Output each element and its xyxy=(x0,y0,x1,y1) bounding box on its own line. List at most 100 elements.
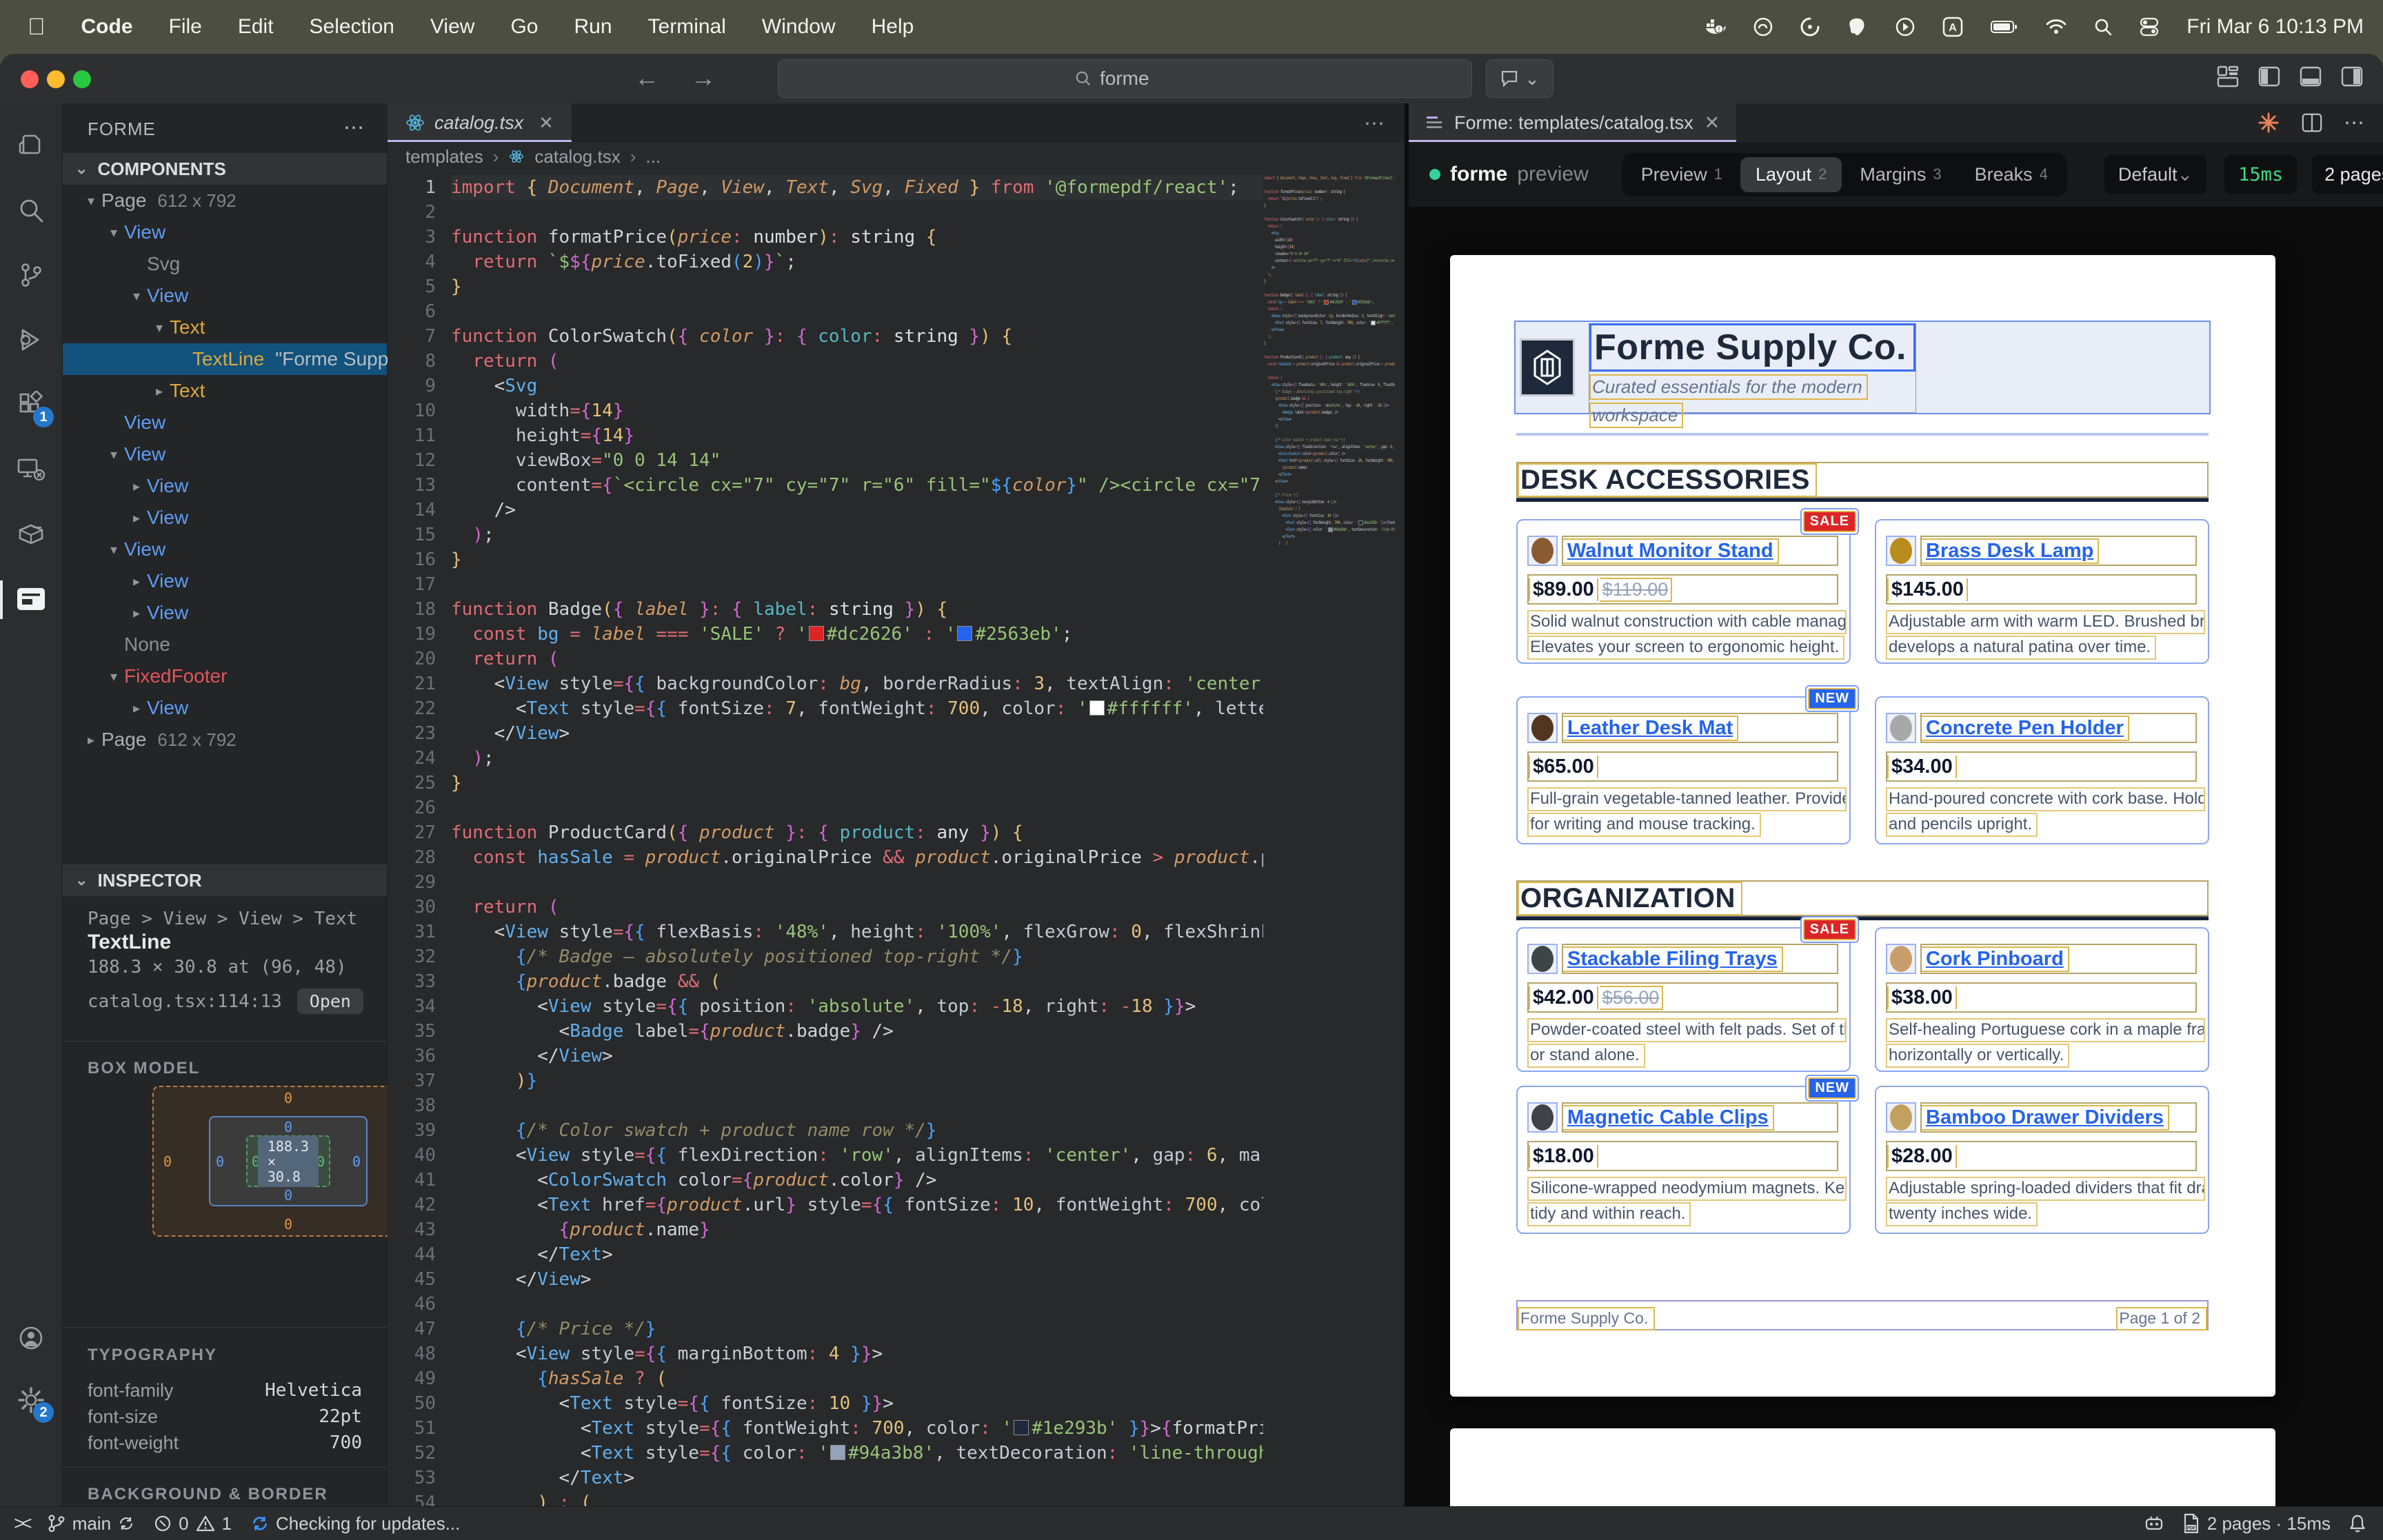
tree-item-view-9[interactable]: ▸View xyxy=(63,470,387,502)
sidebar-item-settings[interactable]: 2 xyxy=(0,1370,62,1430)
tree-item-view-12[interactable]: ▸View xyxy=(63,565,387,597)
close-window-button[interactable] xyxy=(21,70,39,88)
play-circle-icon[interactable] xyxy=(1896,17,1915,37)
tab-forme-preview[interactable]: Forme: templates/catalog.tsx ✕ xyxy=(1409,103,1736,142)
zoom-window-button[interactable] xyxy=(73,70,91,88)
doc-divider[interactable] xyxy=(1516,433,2209,436)
mode-breaks[interactable]: Breaks4 xyxy=(1960,157,2063,192)
footer-brand[interactable]: Forme Supply Co. xyxy=(1518,1307,1655,1330)
sidebar-item-forme[interactable] xyxy=(0,569,62,629)
product-card-stackable-filing-trays[interactable]: SALEStackable Filing Trays$42.00$56.00Po… xyxy=(1516,927,1851,1072)
menu-item-window[interactable]: Window xyxy=(762,15,836,38)
footer-page-number[interactable]: Page 1 of 2 xyxy=(2116,1307,2207,1330)
tree-item-textline-5[interactable]: TextLine"Forme Supply... xyxy=(63,343,387,375)
window-title-bar[interactable]: ← → forme ⌄ xyxy=(0,54,2383,104)
menu-item-run[interactable]: Run xyxy=(574,15,612,38)
menu-item-file[interactable]: File xyxy=(169,15,202,38)
product-name-link[interactable]: Magnetic Cable Clips xyxy=(1563,1105,1774,1131)
spotlight-icon[interactable] xyxy=(2094,18,2112,36)
minimize-window-button[interactable] xyxy=(47,70,65,88)
split-editor-icon[interactable] xyxy=(2301,112,2323,134)
sidebar-item-explorer[interactable] xyxy=(0,116,62,175)
wifi-icon[interactable] xyxy=(2046,19,2067,35)
breadcrumb-file[interactable]: catalog.tsx xyxy=(534,146,620,168)
branch-indicator[interactable]: main xyxy=(48,1513,134,1534)
toggle-primary-sidebar-icon[interactable] xyxy=(2258,65,2281,88)
doc-tagline-line[interactable]: Curated essentials for the modern xyxy=(1589,374,1868,400)
doc-section-title-box[interactable]: DESK ACCESSORIES xyxy=(1516,462,2209,498)
open-source-button[interactable]: Open xyxy=(297,989,363,1014)
close-icon[interactable]: ✕ xyxy=(1705,112,1720,134)
apple-menu-icon[interactable]:  xyxy=(28,14,46,41)
mode-preview[interactable]: Preview1 xyxy=(1626,157,1738,192)
product-name-link[interactable]: Walnut Monitor Stand xyxy=(1563,538,1779,564)
sidebar-item-extensions[interactable]: 1 xyxy=(0,375,62,434)
tree-item-text-6[interactable]: ▸Text xyxy=(63,375,387,407)
doc-brand-title[interactable]: Forme Supply Co. xyxy=(1589,323,1916,372)
tree-item-text-4[interactable]: ▾Text xyxy=(63,312,387,343)
command-center-search[interactable]: forme xyxy=(778,59,1472,98)
preview-page-1[interactable]: Forme Supply Co. Curated essentials for … xyxy=(1450,255,2275,1397)
product-card-walnut-monitor-stand[interactable]: SALEWalnut Monitor Stand$89.00$119.00Sol… xyxy=(1516,519,1851,664)
battery-icon[interactable] xyxy=(1991,20,2018,34)
code-area[interactable]: import { Document, Page, View, Text, Svg… xyxy=(451,175,1263,1507)
product-card-magnetic-cable-clips[interactable]: NEWMagnetic Cable Clips$18.00Silicone-wr… xyxy=(1516,1086,1851,1234)
tree-item-view-13[interactable]: ▸View xyxy=(63,597,387,629)
problems-indicator[interactable]: 0 1 xyxy=(154,1513,232,1534)
doc-tagline-line[interactable]: workspace xyxy=(1589,403,1683,428)
sidebar-item-remote-explorer[interactable] xyxy=(0,440,62,499)
tab-catalog-tsx[interactable]: catalog.tsx ✕ xyxy=(388,103,572,142)
more-actions-icon[interactable]: ⋯ xyxy=(2344,111,2366,135)
menu-item-view[interactable]: View xyxy=(430,15,474,38)
tree-item-page-17[interactable]: ▸Page612 x 792 xyxy=(63,724,387,756)
sidebar-item-run-debug[interactable] xyxy=(0,310,62,369)
customize-layout-icon[interactable] xyxy=(2216,65,2240,88)
sidebar-more-icon[interactable]: ⋯ xyxy=(343,116,366,140)
minimap[interactable]: import { Document, Page, View, Text, Svg… xyxy=(1264,175,1395,1507)
forme-spark-icon[interactable] xyxy=(2257,111,2280,134)
extension-robot-icon[interactable] xyxy=(2144,1514,2164,1533)
editor-actions-more-icon[interactable]: ⋯ xyxy=(1364,112,1387,136)
tree-item-view-8[interactable]: ▾View xyxy=(63,438,387,470)
mode-layout[interactable]: Layout2 xyxy=(1740,157,1842,192)
product-card-concrete-pen-holder[interactable]: Concrete Pen Holder$34.00Hand-poured con… xyxy=(1875,696,2209,844)
product-card-bamboo-drawer-dividers[interactable]: Bamboo Drawer Dividers$28.00Adjustable s… xyxy=(1875,1086,2209,1234)
control-center-icon[interactable] xyxy=(2140,17,2159,37)
postgres-icon[interactable] xyxy=(1847,17,1868,37)
doc-header-band[interactable]: Forme Supply Co. Curated essentials for … xyxy=(1514,321,2211,414)
sidebar-item-search[interactable] xyxy=(0,181,62,240)
tree-item-view-10[interactable]: ▸View xyxy=(63,502,387,534)
tree-item-view-1[interactable]: ▾View xyxy=(63,216,387,248)
product-name-link[interactable]: Leather Desk Mat xyxy=(1563,716,1738,741)
product-name-link[interactable]: Brass Desk Lamp xyxy=(1922,538,2099,564)
forme-pages-status[interactable]: PDF 2 pages · 15ms xyxy=(2182,1513,2331,1534)
tree-item-view-11[interactable]: ▾View xyxy=(63,534,387,565)
product-name-link[interactable]: Stackable Filing Trays xyxy=(1563,946,1783,972)
doc-footer[interactable]: Forme Supply Co. Page 1 of 2 xyxy=(1516,1300,2209,1330)
menu-item-terminal[interactable]: Terminal xyxy=(648,15,726,38)
swirl-icon[interactable] xyxy=(1800,17,1820,37)
menu-item-help[interactable]: Help xyxy=(872,15,914,38)
tree-item-svg-2[interactable]: Svg xyxy=(63,248,387,280)
sidebar-item-package[interactable] xyxy=(0,505,62,564)
copilot-chat-button[interactable]: ⌄ xyxy=(1486,59,1554,98)
toggle-panel-icon[interactable] xyxy=(2299,65,2322,88)
menu-item-code[interactable]: Code xyxy=(81,15,133,38)
menu-item-go[interactable]: Go xyxy=(510,15,538,38)
tree-item-fixedfooter-15[interactable]: ▾FixedFooter xyxy=(63,660,387,692)
close-icon[interactable]: ✕ xyxy=(539,112,554,134)
sidebar-item-account[interactable] xyxy=(0,1308,62,1368)
sidebar-item-source-control[interactable] xyxy=(0,245,62,305)
breadcrumb-templates[interactable]: templates xyxy=(405,146,483,168)
tree-item-view-16[interactable]: ▸View xyxy=(63,692,387,724)
breadcrumb-symbol[interactable]: ... xyxy=(645,146,661,168)
tree-item-view-3[interactable]: ▾View xyxy=(63,280,387,312)
tree-item-page-0[interactable]: ▾Page612 x 792 xyxy=(63,185,387,216)
menu-item-edit[interactable]: Edit xyxy=(238,15,274,38)
product-name-link[interactable]: Cork Pinboard xyxy=(1922,946,2069,972)
product-name-link[interactable]: Concrete Pen Holder xyxy=(1922,716,2129,741)
tree-item-view-7[interactable]: View xyxy=(63,407,387,438)
product-card-brass-desk-lamp[interactable]: Brass Desk Lamp$145.00Adjustable arm wit… xyxy=(1875,519,2209,664)
toggle-secondary-sidebar-icon[interactable] xyxy=(2340,65,2364,88)
mode-margins[interactable]: Margins3 xyxy=(1844,157,1956,192)
